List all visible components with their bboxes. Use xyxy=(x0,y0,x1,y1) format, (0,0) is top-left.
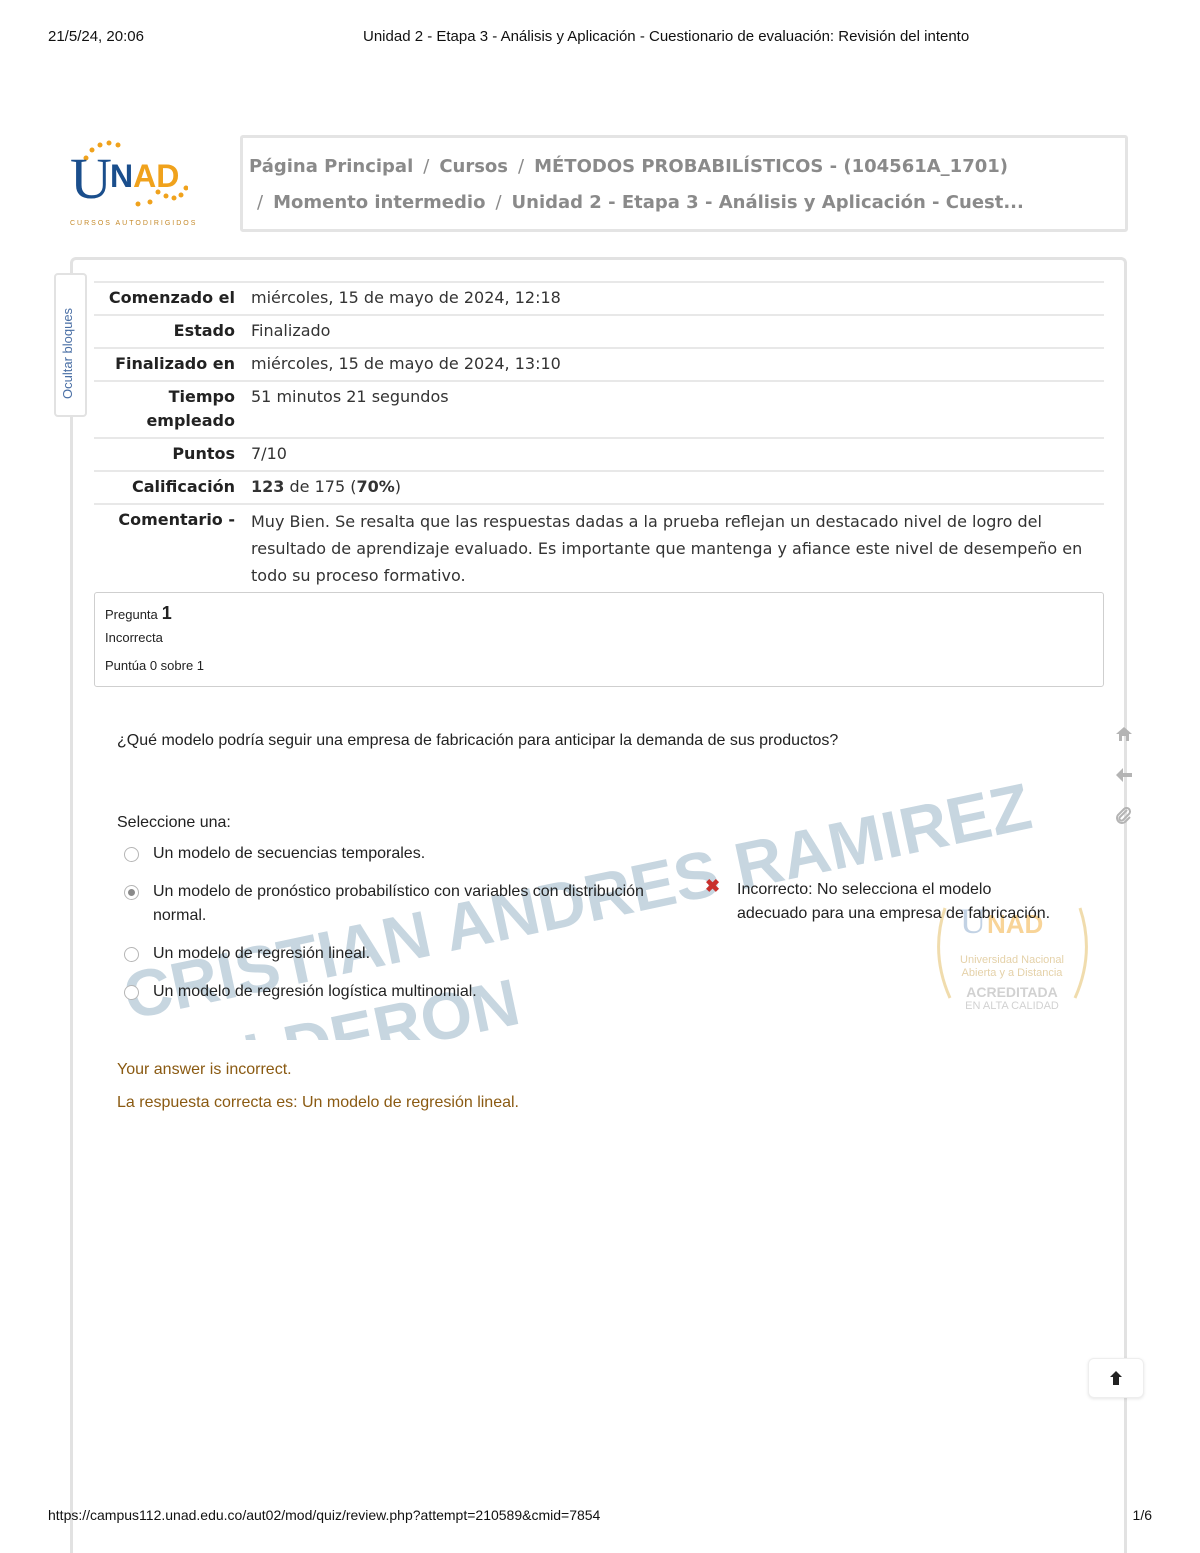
x-mark-icon: ✖ xyxy=(705,876,721,896)
radio-button[interactable] xyxy=(124,847,139,862)
outcome-text: Your answer is incorrect. xyxy=(117,1061,292,1078)
finished-value: miércoles, 15 de mayo de 2024, 13:10 xyxy=(251,354,561,373)
answer-option-label: Un modelo de secuencias temporales. xyxy=(153,845,426,862)
time-label: Tiempo empleado xyxy=(146,387,235,430)
breadcrumb-course[interactable]: MÉTODOS PROBABILÍSTICOS - (104561A_1701) xyxy=(534,156,1008,177)
right-answer-text: La respuesta correcta es: Un modelo de r… xyxy=(117,1094,519,1111)
answer-options: Un modelo de secuencias temporales. Un m… xyxy=(124,842,684,1018)
answer-option[interactable]: Un modelo de regresión lineal. xyxy=(124,942,684,966)
question-info-box: Pregunta 1 Incorrecta Puntúa 0 sobre 1 xyxy=(94,592,1104,687)
finished-label: Finalizado en xyxy=(115,354,235,373)
print-page-title: Unidad 2 - Etapa 3 - Análisis y Aplicaci… xyxy=(363,28,970,45)
logo-letters: NAD xyxy=(110,158,180,194)
summary-row-comment: Comentario - Muy Bien. Se resalta que la… xyxy=(94,503,1104,593)
question-text: ¿Qué modelo podría seguir una empresa de… xyxy=(117,732,839,749)
state-value: Finalizado xyxy=(251,321,331,340)
answer-option-label: Un modelo de regresión lineal. xyxy=(153,945,371,962)
comment-label: Comentario - xyxy=(118,510,235,529)
breadcrumb-separator: / xyxy=(495,191,502,213)
radio-button[interactable] xyxy=(124,947,139,962)
answer-option-selected[interactable]: Un modelo de pronóstico probabilístico c… xyxy=(124,880,684,928)
print-footer: https://campus112.unad.edu.co/aut02/mod/… xyxy=(48,1507,1152,1527)
print-timestamp: 21/5/24, 20:06 xyxy=(48,28,144,45)
logo-subtitle: CURSOS AUTODIRIGIDOS xyxy=(70,220,198,227)
print-header: 21/5/24, 20:06 Unidad 2 - Etapa 3 - Anál… xyxy=(48,28,1152,48)
started-label: Comenzado el xyxy=(108,288,235,307)
breadcrumb-home[interactable]: Página Principal xyxy=(249,156,413,177)
side-tools xyxy=(1110,720,1140,843)
breadcrumb-line-1: Página Principal / Cursos / MÉTODOS PROB… xyxy=(249,148,1119,184)
radio-button-selected[interactable] xyxy=(124,885,139,900)
arrow-up-icon xyxy=(1110,1371,1122,1385)
breadcrumb-activity[interactable]: Unidad 2 - Etapa 3 - Análisis y Aplicaci… xyxy=(512,192,1024,213)
grade-value: 123 de 175 (70%) xyxy=(251,477,401,496)
grade-label: Calificación xyxy=(132,477,235,496)
points-label: Puntos xyxy=(172,444,235,463)
state-label: Estado xyxy=(173,321,235,340)
summary-row-started: Comenzado el miércoles, 15 de mayo de 20… xyxy=(94,281,1104,314)
radio-button[interactable] xyxy=(124,985,139,1000)
summary-row-time: Tiempo empleado 51 minutos 21 segundos xyxy=(94,380,1104,437)
breadcrumb-separator: / xyxy=(257,191,264,213)
summary-row-state: Estado Finalizado xyxy=(94,314,1104,347)
paperclip-icon[interactable] xyxy=(1110,802,1138,830)
summary-row-grade: Calificación 123 de 175 (70%) xyxy=(94,470,1104,503)
breadcrumb-separator: / xyxy=(518,155,525,177)
question-state: Incorrecta xyxy=(105,630,163,645)
breadcrumb-line-2: / Momento intermedio / Unidad 2 - Etapa … xyxy=(249,184,1119,220)
summary-row-points: Puntos 7/10 xyxy=(94,437,1104,470)
breadcrumb: Página Principal / Cursos / MÉTODOS PROB… xyxy=(240,135,1128,232)
answer-option-label: Un modelo de regresión logística multino… xyxy=(153,983,477,1000)
feedback-text: Incorrecto: No selecciona el modelo adec… xyxy=(737,881,1051,922)
logo-letter-u: U xyxy=(70,146,112,211)
breadcrumb-separator: / xyxy=(423,155,430,177)
back-to-top-button[interactable] xyxy=(1088,1358,1144,1398)
answer-feedback: ✖ Incorrecto: No selecciona el modelo ad… xyxy=(705,876,1065,926)
points-value: 7/10 xyxy=(251,444,287,463)
hide-blocks-button[interactable]: Ocultar bloques xyxy=(54,273,87,417)
question-number: Pregunta 1 xyxy=(105,603,172,623)
summary-row-finished: Finalizado en miércoles, 15 de mayo de 2… xyxy=(94,347,1104,380)
answer-option[interactable]: Un modelo de secuencias temporales. xyxy=(124,842,684,866)
question-grade: Puntúa 0 sobre 1 xyxy=(105,658,205,673)
answer-option-label: Un modelo de pronóstico probabilístico c… xyxy=(153,883,644,924)
started-value: miércoles, 15 de mayo de 2024, 12:18 xyxy=(251,288,561,307)
breadcrumb-courses[interactable]: Cursos xyxy=(439,156,508,177)
breadcrumb-section[interactable]: Momento intermedio xyxy=(273,192,485,213)
time-value: 51 minutos 21 segundos xyxy=(251,387,449,406)
arrow-left-icon[interactable] xyxy=(1110,761,1138,789)
home-icon[interactable] xyxy=(1110,720,1138,748)
print-url: https://campus112.unad.edu.co/aut02/mod/… xyxy=(48,1507,601,1523)
print-page-number: 1/6 xyxy=(1132,1507,1152,1523)
hide-blocks-label: Ocultar bloques xyxy=(60,307,75,399)
attempt-summary-table: Comenzado el miércoles, 15 de mayo de 20… xyxy=(94,281,1104,593)
answer-option[interactable]: Un modelo de regresión logística multino… xyxy=(124,980,684,1004)
unad-logo[interactable]: U NAD CURSOS AUTODIRIGIDOS xyxy=(66,140,196,232)
select-one-prompt: Seleccione una: xyxy=(117,814,231,831)
comment-value: Muy Bien. Se resalta que las respuestas … xyxy=(251,512,1083,585)
